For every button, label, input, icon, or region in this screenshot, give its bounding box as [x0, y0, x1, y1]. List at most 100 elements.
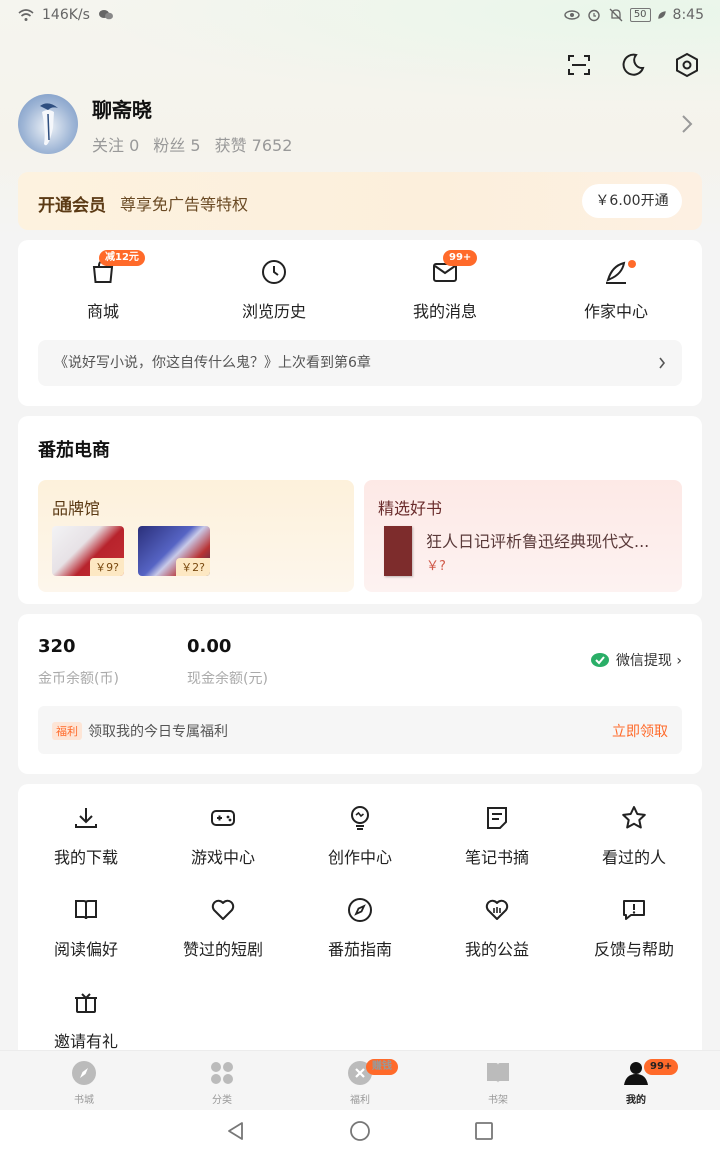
welfare-tag: 福利	[52, 722, 82, 740]
history-text: 《说好写小说，你这自传什么鬼？》上次看到第6章	[54, 355, 371, 371]
fans-count[interactable]: 粉丝 5	[153, 132, 200, 156]
bottom-navigation: 书城 分类 赚钱 福利 书架 99+ 我的	[0, 1050, 720, 1110]
status-bar: 146K/s 50 8:45	[0, 0, 720, 30]
grid-item-creation[interactable]: 创作中心	[292, 804, 428, 884]
grid-item-visitors[interactable]: 看过的人	[566, 804, 702, 884]
vip-banner[interactable]: 开通会员 尊享免广告等特权 ￥6.00开通	[18, 172, 702, 230]
quick-action-writer[interactable]: 作家中心	[556, 258, 676, 328]
quick-actions-card: 减12元 商城 浏览历史 99+ 我的消息 作家中心 《说好写小说，你这自传什么…	[18, 240, 702, 406]
chevron-right-icon[interactable]	[680, 114, 694, 134]
grid-item-liked-dramas[interactable]: 赞过的短剧	[155, 896, 291, 976]
note-icon	[487, 807, 507, 829]
recents-icon[interactable]	[473, 1120, 495, 1142]
avatar[interactable]	[18, 94, 78, 154]
header-actions	[566, 52, 700, 78]
compass-nav-icon	[72, 1061, 96, 1085]
nav-tab-mine[interactable]: 99+ 我的	[586, 1059, 686, 1106]
welfare-text: 领取我的今日专属福利	[88, 724, 228, 740]
grid-item-label: 我的下载	[53, 848, 118, 867]
reading-history-bar[interactable]: 《说好写小说，你这自传什么鬼？》上次看到第6章	[38, 340, 682, 386]
welfare-badge: 赚钱	[366, 1059, 398, 1075]
selected-books-title: 精选好书	[378, 499, 443, 518]
brand-product-image[interactable]: ￥9?	[52, 526, 124, 576]
settings-icon[interactable]	[674, 52, 700, 78]
function-grid: 我的下载 游戏中心 创作中心 笔记书摘 看过的人 阅读偏好 赞过的短剧 番茄指南…	[18, 784, 702, 1074]
likes-count: 获赞 7652	[214, 136, 293, 155]
grid-item-label: 阅读偏好	[53, 940, 118, 959]
selected-books[interactable]: 精选好书 狂人日记评析鲁迅经典现代文... ￥?	[364, 480, 682, 592]
grid-item-notes[interactable]: 笔记书摘	[429, 804, 565, 884]
quick-action-history[interactable]: 浏览历史	[214, 258, 334, 328]
product-price: ￥2?	[176, 558, 210, 576]
follow-count[interactable]: 关注 0	[92, 132, 139, 156]
mine-badge: 99+	[644, 1059, 679, 1075]
nav-label: 分类	[212, 1095, 232, 1106]
grid-item-label: 创作中心	[327, 848, 392, 867]
quick-action-messages[interactable]: 99+ 我的消息	[385, 250, 505, 328]
bookshelf-icon	[487, 1063, 509, 1083]
quick-action-label: 商城	[86, 302, 119, 321]
book-icon	[75, 900, 97, 920]
quick-action-label: 作家中心	[583, 302, 648, 321]
wifi-icon	[18, 9, 34, 21]
pen-icon	[606, 261, 626, 284]
moon-icon[interactable]	[620, 52, 646, 78]
nav-label: 我的	[626, 1095, 646, 1106]
claim-welfare-button[interactable]: 立即领取	[612, 721, 668, 741]
back-icon[interactable]	[225, 1120, 247, 1142]
coin-balance[interactable]: 320	[38, 636, 76, 657]
shop-badge: 减12元	[99, 250, 145, 266]
clock-time: 8:45	[672, 7, 704, 23]
wechat-status-icon	[98, 10, 113, 20]
cash-balance[interactable]: 0.00	[187, 636, 231, 657]
download-icon	[75, 808, 97, 828]
grid-item-guide[interactable]: 番茄指南	[292, 896, 428, 976]
feedback-icon	[623, 900, 645, 920]
network-speed: 146K/s	[42, 7, 90, 23]
brand-hall-title: 品牌馆	[52, 499, 101, 518]
nav-tab-category[interactable]: 分类	[172, 1059, 272, 1106]
wechat-withdraw-button[interactable]: 微信提现 ›	[590, 650, 682, 670]
grid-item-label: 赞过的短剧	[182, 940, 263, 959]
profile-stats: 关注 0 粉丝 5 获赞 7652	[92, 132, 292, 156]
brand-product-image[interactable]: ￥2?	[138, 526, 210, 576]
quick-action-label: 我的消息	[412, 302, 477, 321]
grid-item-download[interactable]: 我的下载	[18, 804, 154, 884]
brand-hall[interactable]: 品牌馆 ￥9? ￥2?	[38, 480, 354, 592]
profile-section[interactable]: 聊斋晓 关注 0 粉丝 5 获赞 7652	[18, 94, 702, 156]
nav-label: 书架	[488, 1095, 508, 1106]
gamepad-icon	[211, 810, 235, 826]
grid-item-label: 反馈与帮助	[593, 940, 674, 959]
book-cover-image[interactable]	[384, 526, 412, 576]
grid-item-charity[interactable]: 我的公益	[429, 896, 565, 976]
charity-icon	[485, 899, 509, 920]
chevron-right-icon	[659, 357, 666, 369]
grid-item-reading-preference[interactable]: 阅读偏好	[18, 896, 154, 976]
home-icon[interactable]	[349, 1120, 371, 1142]
mute-icon	[609, 8, 623, 22]
leaf-icon	[657, 11, 666, 19]
balance-card: 320 金币余额(币) 0.00 现金余额(元) 微信提现 › 福利 领取我的今…	[18, 614, 702, 774]
grid-item-label: 游戏中心	[190, 848, 255, 867]
battery-indicator: 50	[629, 8, 651, 22]
daily-welfare-bar[interactable]: 福利 领取我的今日专属福利 立即领取	[38, 706, 682, 754]
scan-icon[interactable]	[566, 52, 592, 78]
quick-action-shop[interactable]: 减12元 商城	[43, 250, 163, 328]
grid-item-games[interactable]: 游戏中心	[155, 804, 291, 884]
nav-tab-welfare[interactable]: 赚钱 福利	[310, 1059, 410, 1106]
gift-icon	[75, 993, 97, 1013]
ecommerce-title: 番茄电商	[38, 440, 110, 461]
grid-item-label: 笔记书摘	[464, 848, 529, 867]
grid-item-feedback[interactable]: 反馈与帮助	[566, 896, 702, 976]
vip-title: 开通会员	[38, 196, 106, 216]
ecommerce-card: 番茄电商 品牌馆 ￥9? ￥2? 精选好书 狂人日记评析鲁迅经典现代文... ￥…	[18, 416, 702, 604]
nav-label: 福利	[350, 1095, 370, 1106]
nav-tab-bookstore[interactable]: 书城	[34, 1059, 134, 1106]
book-name[interactable]: 狂人日记评析鲁迅经典现代文...	[426, 528, 649, 552]
grid-item-label: 番茄指南	[327, 940, 392, 959]
vip-open-button[interactable]: ￥6.00开通	[582, 184, 682, 218]
category-icon	[211, 1062, 233, 1084]
avatar-figure-icon	[40, 103, 58, 146]
star-icon	[622, 806, 646, 829]
nav-tab-bookshelf[interactable]: 书架	[448, 1059, 548, 1106]
